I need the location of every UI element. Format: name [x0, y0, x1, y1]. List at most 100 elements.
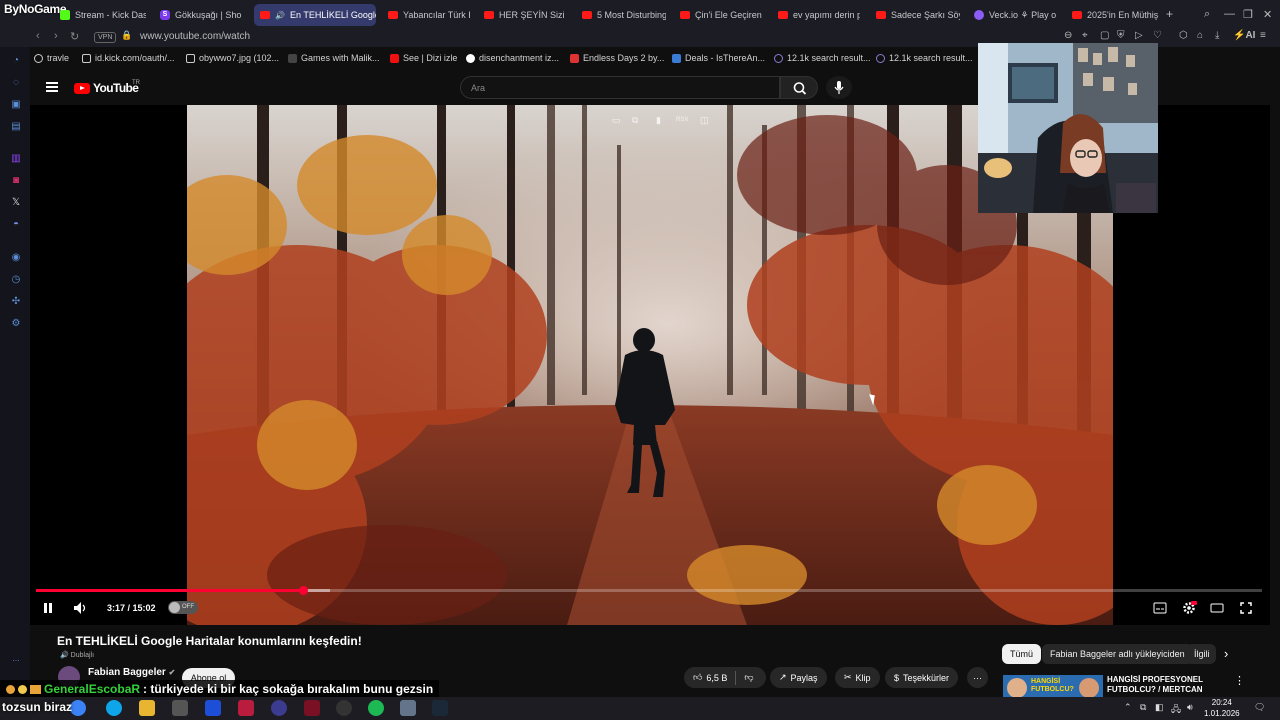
video-frame[interactable] — [187, 105, 1113, 625]
vpn-badge[interactable]: VPN — [94, 32, 117, 43]
recommendation-thumbnail[interactable]: HANGİSİ FUTBOLCU? — [1003, 675, 1103, 697]
settings-icon[interactable]: ⚙ — [10, 318, 22, 330]
lucid-icon[interactable]: ▮ — [656, 115, 670, 127]
discord-icon[interactable]: ◓ — [10, 219, 22, 231]
channel-name[interactable]: Fabian Baggeler ✔ — [88, 667, 175, 678]
extensions-sidebar-icon[interactable]: ✣ — [10, 296, 22, 308]
app-icon[interactable] — [400, 700, 416, 716]
chip-uploader[interactable]: Fabian Baggeler adlı yükleyiciden — [1042, 644, 1193, 664]
pause-button[interactable] — [42, 602, 54, 617]
tray-app-icon[interactable]: ◧ — [1155, 702, 1164, 713]
snap-icon[interactable]: ◫ — [700, 115, 714, 127]
search-tabs-icon[interactable]: ⌕ — [1204, 8, 1210, 21]
bookmark-travle[interactable]: travle — [34, 53, 69, 63]
app-icon[interactable] — [271, 700, 287, 716]
bookmark-search-1[interactable]: 12.1k search result... — [774, 53, 871, 63]
tab-cin[interactable]: Çin'i Ele Geçiren — [680, 4, 762, 26]
volume-button[interactable] — [73, 601, 89, 618]
bookmark-disenchantment[interactable]: disenchantment iz... — [466, 53, 559, 63]
bookmark-deals[interactable]: Deals - IsThereAn... — [672, 53, 765, 63]
tray-chevron-icon[interactable]: ⌃ — [1124, 702, 1132, 713]
tab-active-video[interactable]: 🔊 En TEHLİKELİ Google — [254, 4, 376, 26]
bookmark-jpg[interactable]: obywwo7.jpg (102... — [186, 53, 279, 63]
obs-icon[interactable] — [336, 700, 352, 716]
reload-icon[interactable]: ↻ — [70, 30, 79, 43]
theater-mode-button[interactable] — [1210, 602, 1224, 617]
bookmark-endless-days[interactable]: Endless Days 2 by... — [570, 53, 664, 63]
twitch-icon[interactable]: ▥ — [10, 153, 22, 165]
chip-related[interactable]: İlgili — [1186, 644, 1216, 664]
pin-icon[interactable]: ⌖ — [1082, 30, 1088, 41]
close-button[interactable]: ✕ — [1263, 8, 1272, 21]
wallet-icon[interactable]: ⌂ — [1197, 30, 1203, 41]
voice-search-button[interactable] — [826, 76, 852, 99]
opera-icon[interactable] — [304, 700, 320, 716]
more-actions-button[interactable]: ··· — [967, 667, 988, 688]
mail-icon[interactable] — [205, 700, 221, 716]
miniplayer-icon[interactable]: ▭ — [612, 115, 626, 127]
edge-icon[interactable] — [106, 700, 122, 716]
like-button[interactable]: 👍︎ 6,5 B — [693, 672, 727, 683]
bookmark-search-2[interactable]: 12.1k search result... — [876, 53, 973, 63]
file-explorer-icon[interactable] — [139, 700, 155, 716]
chips-next-icon[interactable]: › — [1224, 646, 1228, 661]
bookmark-kick-oauth[interactable]: id.kick.com/oauth/... — [82, 53, 175, 63]
subtitles-button[interactable] — [1153, 602, 1167, 617]
minimize-button[interactable]: — — [1224, 8, 1235, 20]
maximize-button[interactable]: ❐ — [1243, 8, 1253, 21]
search-button[interactable] — [780, 76, 818, 99]
snapshot-icon[interactable]: ▢ — [1100, 30, 1109, 41]
bookmark-dizi[interactable]: See | Dizi izle — [390, 53, 457, 63]
tray-app-icon[interactable]: ⧉ — [1140, 702, 1146, 713]
tab-sarki[interactable]: Sadece Şarkı Söy — [876, 4, 960, 26]
zoom-icon[interactable]: ⊖ — [1064, 30, 1072, 41]
recommendation-title[interactable]: HANGİSİ PROFESYONEL FUTBOLCU? / MERTCAN — [1107, 675, 1225, 697]
shield-icon[interactable]: ⛨ — [1117, 30, 1125, 41]
app-icon[interactable] — [238, 700, 254, 716]
tab-disturbing[interactable]: 5 Most Disturbing — [582, 4, 666, 26]
picture-in-picture-icon[interactable]: ⧉ — [632, 115, 646, 127]
aria-ai-button[interactable]: ⚡AI — [1233, 30, 1255, 41]
back-icon[interactable]: ‹ — [36, 30, 40, 42]
thanks-button[interactable]: $ Teşekkürler — [885, 667, 959, 688]
extensions-icon[interactable]: ⬡ — [1179, 30, 1188, 41]
aria-icon[interactable]: ◌ — [10, 77, 22, 89]
menu-icon[interactable]: ≡ — [1260, 30, 1266, 41]
taskbar-clock[interactable]: 20:24 1.01.2026 — [1204, 697, 1240, 719]
history-icon[interactable]: ◷ — [10, 274, 22, 286]
heart-icon[interactable]: ♡ — [1153, 30, 1162, 41]
tab-her-seyin[interactable]: HER ŞEYİN Sizi Ö — [484, 4, 566, 26]
guide-menu-icon[interactable] — [46, 82, 58, 92]
notifications-icon[interactable]: 🗨 — [1254, 702, 1265, 713]
speed-dial-icon[interactable]: ◔ — [10, 55, 22, 67]
youtube-logo[interactable]: YouTube — [74, 81, 139, 95]
steam-icon[interactable] — [432, 700, 448, 716]
music-icon[interactable]: ◉ — [10, 252, 22, 264]
workspace-icon[interactable]: ▣ — [10, 99, 22, 111]
extension-badge-icon[interactable]: RSX — [676, 117, 690, 129]
download-icon[interactable]: ⤓ — [1215, 30, 1219, 41]
tab-ev-yapimi[interactable]: ev yapımı derin p — [778, 4, 860, 26]
speaker-icon[interactable]: 🔊︎ — [1187, 702, 1193, 713]
instagram-icon[interactable]: ◙ — [10, 175, 22, 187]
tab-shop[interactable]: S Gökkuşağı | Shop — [160, 4, 242, 26]
fullscreen-button[interactable] — [1240, 602, 1252, 617]
autoplay-toggle[interactable]: OFF — [168, 601, 198, 614]
bookmark-games-malik[interactable]: Games with Malik... — [288, 53, 380, 63]
tab-2025[interactable]: 2025'in En Müthiş — [1072, 4, 1158, 26]
store-icon[interactable] — [172, 700, 188, 716]
chip-all[interactable]: Tümü — [1002, 644, 1042, 664]
recommendation-menu-icon[interactable]: ⋮ — [1234, 674, 1245, 687]
new-tab-button[interactable]: + — [1166, 7, 1173, 21]
messenger-icon[interactable]: ▤ — [10, 121, 22, 133]
tab-veck[interactable]: Veck.io ⚘ Play o — [974, 4, 1058, 26]
dislike-button[interactable]: 👎︎ — [744, 672, 753, 683]
tab-yabancilar[interactable]: Yabancılar Türk K — [388, 4, 470, 26]
settings-button[interactable] — [1181, 600, 1197, 619]
search-input[interactable]: Ara — [460, 76, 780, 99]
tab-kick[interactable]: Stream - Kick Das — [60, 4, 146, 26]
x-icon[interactable]: 𝕏 — [10, 197, 22, 209]
forward-icon[interactable]: › — [54, 30, 58, 42]
network-icon[interactable]: 🖧 — [1171, 702, 1181, 718]
taskbar-app-icon[interactable] — [70, 700, 86, 716]
